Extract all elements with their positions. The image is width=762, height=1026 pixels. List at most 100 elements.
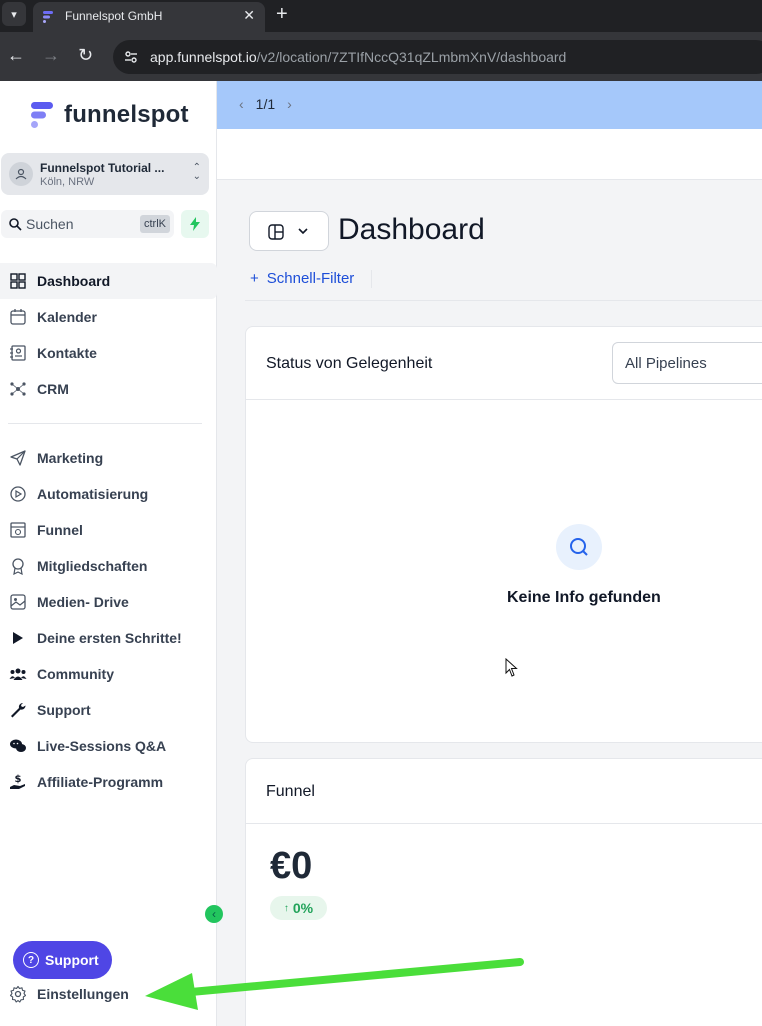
annotation-arrow-icon <box>145 958 524 1010</box>
search-placeholder: Suchen <box>26 216 74 232</box>
top-banner: ‹ 1/1 › <box>217 81 762 129</box>
collapse-sidebar-button[interactable]: ‹ <box>205 905 223 923</box>
search-icon <box>556 524 602 570</box>
chevron-right-icon[interactable]: › <box>287 96 292 112</box>
sidebar-item-label: Mitgliedschaften <box>37 558 148 574</box>
funnel-icon <box>10 522 26 538</box>
funnelspot-logo-icon <box>31 102 53 128</box>
sidebar-item-label: Dashboard <box>37 273 111 289</box>
sidebar-item-affiliate[interactable]: $ Affiliate-Programm <box>0 764 217 800</box>
empty-state-text: Keine Info gefunden <box>507 589 661 606</box>
sidebar-item-kontakte[interactable]: Kontakte <box>0 335 217 371</box>
card-header: Funnel <box>246 759 762 824</box>
sidebar-item-label: Kontakte <box>37 345 97 361</box>
sidebar-item-kalender[interactable]: Kalender <box>0 299 217 335</box>
account-location: Köln, NRW <box>40 176 95 188</box>
sidebar-item-label: Deine ersten Schritte! <box>37 630 182 646</box>
change-badge: ↑ 0% <box>270 896 327 920</box>
support-widget-button[interactable]: ? Support <box>13 941 112 979</box>
chevron-left-icon: ‹ <box>212 907 216 921</box>
layout-icon <box>268 224 284 240</box>
header-bar <box>217 129 762 180</box>
browser-toolbar: ← → ↻ app.funnelspot.io/v2/location/7ZTI… <box>0 32 762 81</box>
community-icon <box>9 668 27 680</box>
tab-search-button[interactable]: ▾ <box>2 2 26 26</box>
tab-close-icon[interactable]: ✕ <box>243 7 255 24</box>
sidebar-item-marketing[interactable]: Marketing <box>0 440 217 476</box>
url-text: app.funnelspot.io/v2/location/7ZTIfNccQ3… <box>150 49 566 65</box>
funnel-amount: €0 <box>270 845 313 887</box>
hand-money-icon: $ <box>10 774 25 789</box>
pipeline-select-value: All Pipelines <box>625 355 707 372</box>
address-bar[interactable]: app.funnelspot.io/v2/location/7ZTIfNccQ3… <box>113 40 762 74</box>
account-switcher[interactable]: Funnelspot Tutorial ... Köln, NRW ⌃ ⌄ <box>1 153 209 195</box>
svg-text:$: $ <box>15 774 22 785</box>
tab-title: Funnelspot GmbH <box>65 9 163 23</box>
dashboard-icon <box>10 273 26 289</box>
settings-label: Einstellungen <box>37 986 129 1002</box>
lightning-icon <box>190 217 200 231</box>
browser-tab[interactable]: Funnelspot GmbH ✕ <box>33 2 265 32</box>
sidebar-item-label: Support <box>37 702 91 718</box>
reload-icon[interactable]: ↻ <box>78 45 93 65</box>
chevron-left-icon[interactable]: ‹ <box>239 96 244 112</box>
chat-icon <box>10 739 26 752</box>
sidebar: funnelspot Funnelspot Tutorial ... Köln,… <box>0 81 217 1026</box>
sidebar-divider <box>8 423 202 424</box>
support-button-label: Support <box>45 952 99 968</box>
sidebar-item-label: Community <box>37 666 114 682</box>
quick-filter-button[interactable]: + Schnell-Filter <box>250 270 354 287</box>
opportunity-status-card: Status von Gelegenheit All Pipelines <box>245 326 762 743</box>
sidebar-item-erste-schritte[interactable]: Deine ersten Schritte! <box>0 620 217 656</box>
crm-icon <box>10 382 26 396</box>
filter-separator <box>371 270 372 288</box>
site-settings-icon[interactable] <box>123 49 139 65</box>
play-icon <box>13 632 23 644</box>
sidebar-item-support[interactable]: Support <box>0 692 217 728</box>
browser-tab-bar: ▾ Funnelspot GmbH ✕ + <box>0 0 762 32</box>
sidebar-item-dashboard[interactable]: Dashboard <box>0 263 217 299</box>
account-name: Funnelspot Tutorial ... <box>40 161 165 175</box>
mouse-cursor-icon <box>505 658 518 677</box>
banner-pager: ‹ 1/1 › <box>239 96 292 112</box>
calendar-icon <box>10 309 26 325</box>
pager-count: 1/1 <box>255 96 276 112</box>
url-path: /v2/location/7ZTIfNccQ31qZLmbmXnV/dashbo… <box>256 49 567 65</box>
sidebar-item-label: Kalender <box>37 309 97 325</box>
dashboard-switcher-button[interactable] <box>249 211 329 251</box>
wrench-icon <box>11 702 26 718</box>
image-icon <box>10 594 26 610</box>
plus-icon: + <box>250 270 259 287</box>
card-title: Funnel <box>266 783 315 800</box>
sidebar-item-live-sessions[interactable]: Live-Sessions Q&A <box>0 728 217 764</box>
pipeline-select[interactable]: All Pipelines <box>612 342 762 384</box>
sidebar-item-label: CRM <box>37 381 69 397</box>
gear-icon <box>9 985 27 1003</box>
sidebar-item-automatisierung[interactable]: Automatisierung <box>0 476 217 512</box>
header-divider <box>245 300 762 301</box>
sidebar-item-label: Marketing <box>37 450 104 466</box>
chevron-down-icon <box>298 228 308 235</box>
card-title: Status von Gelegenheit <box>266 355 433 372</box>
sidebar-item-crm[interactable]: CRM <box>0 371 217 407</box>
sidebar-item-label: Funnel <box>37 522 83 538</box>
funnelspot-favicon-icon <box>43 11 53 23</box>
new-tab-button[interactable]: + <box>276 3 288 25</box>
forward-arrow-icon[interactable]: → <box>42 45 60 65</box>
logo[interactable]: funnelspot <box>28 101 189 129</box>
location-avatar-icon <box>9 162 33 186</box>
back-arrow-icon[interactable]: ← <box>7 45 25 65</box>
sidebar-item-funnel[interactable]: Funnel <box>0 512 217 548</box>
search-shortcut: ctrlK <box>140 215 170 233</box>
membership-icon <box>12 558 24 575</box>
send-icon <box>10 450 26 466</box>
sidebar-item-mitgliedschaften[interactable]: Mitgliedschaften <box>0 548 217 584</box>
search-input[interactable]: Suchen ctrlK <box>1 210 174 238</box>
chevron-up-down-icon: ⌃ ⌄ <box>192 162 201 182</box>
sidebar-item-community[interactable]: Community <box>0 656 217 692</box>
sidebar-item-medien-drive[interactable]: Medien- Drive <box>0 584 217 620</box>
page-title: Dashboard <box>338 213 485 246</box>
quick-action-button[interactable] <box>181 210 209 238</box>
sidebar-item-label: Live-Sessions Q&A <box>37 738 167 754</box>
logo-text: funnelspot <box>64 101 189 128</box>
